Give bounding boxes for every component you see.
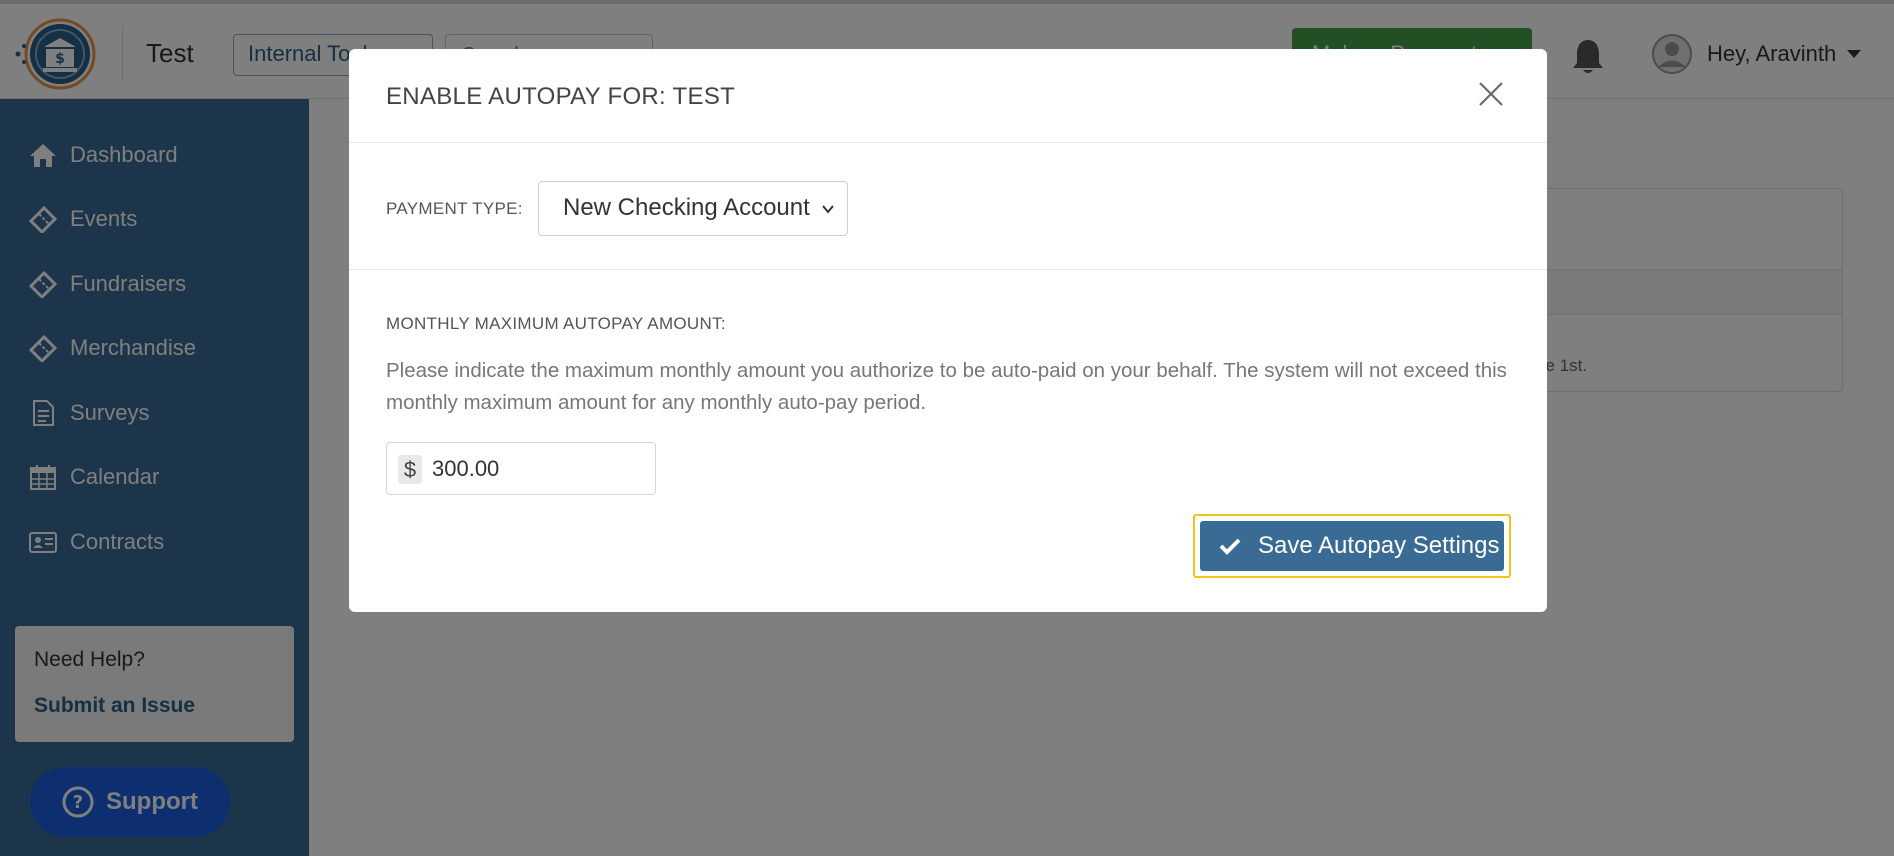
payment-type-value: New Checking Account — [563, 194, 810, 221]
save-autopay-button[interactable]: Save Autopay Settings — [1200, 521, 1504, 571]
payment-type-row: PAYMENT TYPE: New Checking Account — [349, 143, 1547, 270]
amount-input[interactable]: $ 300.00 — [386, 442, 656, 495]
payment-type-label: PAYMENT TYPE: — [386, 199, 523, 218]
max-amount-label: MONTHLY MAXIMUM AUTOPAY AMOUNT: — [386, 314, 726, 333]
chevron-down-icon — [822, 205, 834, 214]
autopay-modal: ENABLE AUTOPAY FOR: TEST PAYMENT TYPE: N… — [349, 49, 1547, 612]
save-autopay-label: Save Autopay Settings — [1258, 532, 1500, 559]
check-icon — [1219, 538, 1241, 555]
modal-title: ENABLE AUTOPAY FOR: TEST — [386, 83, 736, 110]
payment-type-select[interactable]: New Checking Account — [538, 181, 848, 236]
currency-addon: $ — [398, 455, 422, 484]
close-icon[interactable] — [1476, 79, 1506, 109]
save-button-focus-ring: Save Autopay Settings — [1193, 514, 1511, 578]
amount-value: 300.00 — [432, 456, 500, 481]
modal-header: ENABLE AUTOPAY FOR: TEST — [349, 49, 1547, 143]
max-amount-description: Please indicate the maximum monthly amou… — [386, 359, 1507, 414]
